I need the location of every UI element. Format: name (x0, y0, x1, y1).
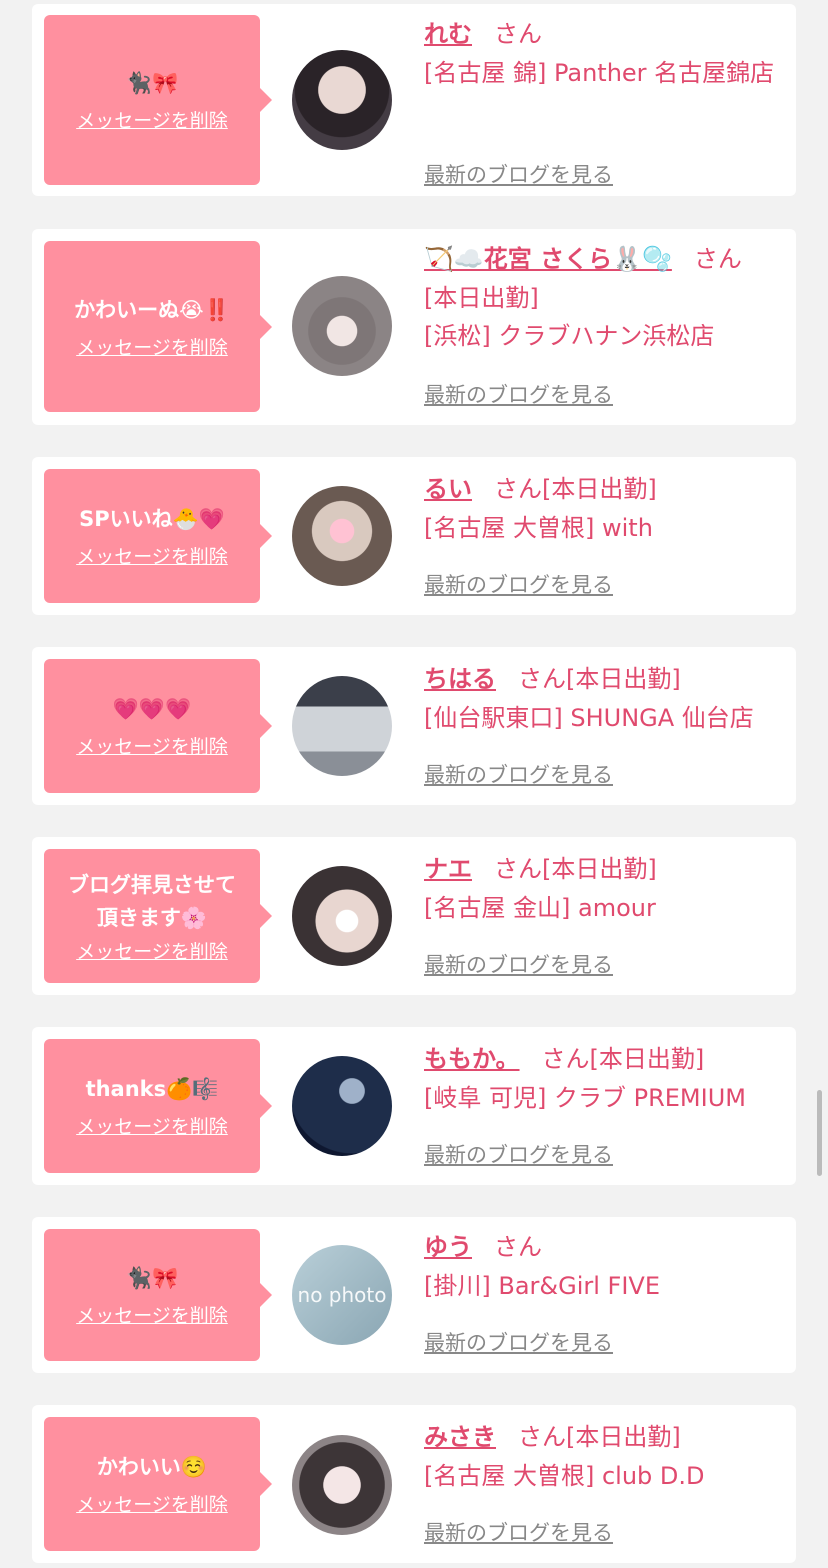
latest-blog-link[interactable]: 最新のブログを見る (424, 569, 613, 599)
delete-message-link[interactable]: メッセージを削除 (76, 1112, 228, 1139)
shop-name: [仙台駅東口] SHUNGA 仙台店 (424, 704, 754, 732)
no-photo-text: no photo (297, 1283, 387, 1307)
message-text: かわいい☺️ (96, 1455, 208, 1479)
message-card: 💗💗💗 メッセージを削除 ちはる さん[本日出勤] [仙台駅東口] SHUNGA … (32, 647, 796, 805)
delete-message-link[interactable]: メッセージを削除 (76, 106, 228, 133)
status-label: [本日出勤] (566, 665, 681, 693)
message-text: ブログ拝見させて 頂きます🌸 (68, 872, 236, 930)
latest-blog-link[interactable]: 最新のブログを見る (424, 1139, 613, 1169)
cast-info: 🏹☁️花宮 さくら🐰🫧 さん [本日出勤] [浜松] クラブハナン浜松店 最新のブ… (424, 239, 776, 407)
honorific: さん (494, 475, 542, 503)
message-bubble: 🐈‍⬛🎀 メッセージを削除 (44, 15, 272, 185)
latest-blog-link[interactable]: 最新のブログを見る (424, 379, 613, 409)
scrollbar[interactable] (817, 1090, 822, 1176)
honorific: さん (693, 245, 742, 273)
message-text: 💗💗💗 (112, 697, 192, 721)
message-text: 🐈‍⬛🎀 (125, 71, 179, 95)
delete-message-link[interactable]: メッセージを削除 (76, 937, 228, 964)
message-bubble: 🐈‍⬛🎀 メッセージを削除 (44, 1229, 272, 1361)
cast-info: ゆう さん [掛川] Bar&Girl FIVE 最新のブログを見る (424, 1227, 776, 1355)
status-label: [本日出勤] (542, 475, 657, 503)
shop-name: [掛川] Bar&Girl FIVE (424, 1272, 661, 1300)
cast-info: れむ さん [名古屋 錦] Panther 名古屋錦店 最新のブログを見る (424, 14, 776, 187)
avatar[interactable] (292, 866, 392, 966)
message-bubble: 💗💗💗 メッセージを削除 (44, 659, 272, 793)
shop-name: [名古屋 大曽根] with (424, 514, 653, 542)
honorific: さん (494, 855, 542, 883)
message-card: かわいーぬ😭‼️ メッセージを削除 🏹☁️花宮 さくら🐰🫧 さん [本日出勤] [… (32, 229, 796, 425)
avatar[interactable]: no photo (292, 1245, 392, 1345)
cast-name-link[interactable]: るい (424, 475, 472, 503)
message-card: かわいい☺️ メッセージを削除 みさき さん[本日出勤] [名古屋 大曽根] cl… (32, 1405, 796, 1563)
message-bubble: SPいいね🐣💗 メッセージを削除 (44, 469, 272, 603)
shop-name: [名古屋 錦] Panther 名古屋錦店 (424, 59, 775, 87)
message-text: 🐈‍⬛🎀 (125, 1266, 179, 1290)
cast-name-link[interactable]: ゆう (424, 1233, 472, 1261)
delete-message-link[interactable]: メッセージを削除 (76, 1301, 228, 1328)
shop-name: [名古屋 金山] amour (424, 894, 656, 922)
cast-info: みさき さん[本日出勤] [名古屋 大曽根] club D.D 最新のブログを見る (424, 1417, 776, 1545)
honorific: さん (518, 665, 566, 693)
message-card: SPいいね🐣💗 メッセージを削除 るい さん[本日出勤] [名古屋 大曽根] wi… (32, 457, 796, 615)
avatar[interactable] (292, 1435, 392, 1535)
honorific: さん (494, 20, 542, 48)
cast-name-link[interactable]: ももか。 (424, 1045, 520, 1073)
status-label: [本日出勤] (566, 1423, 681, 1451)
avatar[interactable] (292, 50, 392, 150)
message-bubble: かわいーぬ😭‼️ メッセージを削除 (44, 241, 272, 412)
delete-message-link[interactable]: メッセージを削除 (76, 542, 228, 569)
shop-name: [浜松] クラブハナン浜松店 (424, 322, 715, 350)
avatar[interactable] (292, 676, 392, 776)
latest-blog-link[interactable]: 最新のブログを見る (424, 759, 613, 789)
delete-message-link[interactable]: メッセージを削除 (76, 1490, 228, 1517)
honorific: さん (541, 1045, 590, 1073)
status-label: [本日出勤] (424, 284, 539, 312)
latest-blog-link[interactable]: 最新のブログを見る (424, 1327, 613, 1357)
message-bubble: かわいい☺️ メッセージを削除 (44, 1417, 272, 1551)
delete-message-link[interactable]: メッセージを削除 (76, 333, 228, 360)
message-card: ブログ拝見させて 頂きます🌸 メッセージを削除 ナエ さん[本日出勤] [名古屋 … (32, 837, 796, 995)
latest-blog-link[interactable]: 最新のブログを見る (424, 159, 613, 189)
cast-info: ナエ さん[本日出勤] [名古屋 金山] amour 最新のブログを見る (424, 849, 776, 977)
message-text: SPいいね🐣💗 (79, 507, 225, 531)
status-label: [本日出勤] (589, 1045, 705, 1073)
cast-name-link[interactable]: ナエ (424, 855, 472, 883)
honorific: さん (518, 1423, 566, 1451)
honorific: さん (494, 1233, 542, 1261)
avatar[interactable] (292, 486, 392, 586)
cast-name-link[interactable]: ちはる (424, 665, 496, 693)
avatar[interactable] (292, 276, 392, 376)
cast-name-link[interactable]: みさき (424, 1423, 496, 1451)
avatar[interactable] (292, 1056, 392, 1156)
message-card: thanks🍊🎼 メッセージを削除 ももか。 さん[本日出勤] [岐阜 可児] ク… (32, 1027, 796, 1185)
cast-info: ちはる さん[本日出勤] [仙台駅東口] SHUNGA 仙台店 最新のブログを見る (424, 659, 776, 787)
latest-blog-link[interactable]: 最新のブログを見る (424, 1517, 613, 1547)
cast-info: ももか。 さん[本日出勤] [岐阜 可児] クラブ PREMIUM 最新のブログを… (424, 1039, 776, 1167)
shop-name: [岐阜 可児] クラブ PREMIUM (424, 1084, 746, 1112)
status-label: [本日出勤] (542, 855, 657, 883)
latest-blog-link[interactable]: 最新のブログを見る (424, 949, 613, 979)
message-bubble: ブログ拝見させて 頂きます🌸 メッセージを削除 (44, 849, 272, 983)
message-bubble: thanks🍊🎼 メッセージを削除 (44, 1039, 272, 1173)
message-card: 🐈‍⬛🎀 メッセージを削除 れむ さん [名古屋 錦] Panther 名古屋錦店… (32, 4, 796, 196)
shop-name: [名古屋 大曽根] club D.D (424, 1462, 705, 1490)
cast-name-link[interactable]: 🏹☁️花宮 さくら🐰🫧 (424, 245, 672, 273)
cast-info: るい さん[本日出勤] [名古屋 大曽根] with 最新のブログを見る (424, 469, 776, 597)
message-text: thanks🍊🎼 (85, 1077, 219, 1101)
message-text: かわいーぬ😭‼️ (74, 297, 230, 322)
cast-name-link[interactable]: れむ (424, 20, 472, 48)
delete-message-link[interactable]: メッセージを削除 (76, 732, 228, 759)
message-card: 🐈‍⬛🎀 メッセージを削除 no photo ゆう さん [掛川] Bar&Gir… (32, 1217, 796, 1373)
